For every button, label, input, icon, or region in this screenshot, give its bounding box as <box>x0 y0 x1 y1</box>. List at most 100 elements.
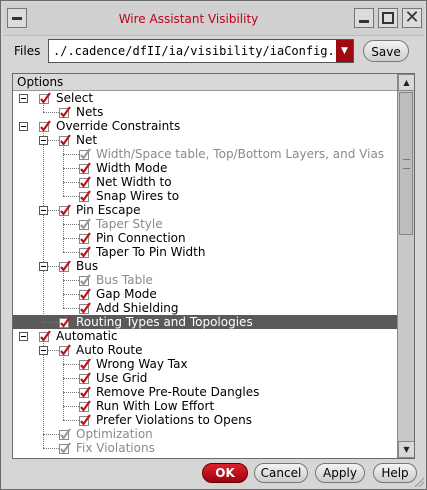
collapse-icon[interactable] <box>19 122 28 131</box>
dialog-window: Wire Assistant Visibility ✕ Files ./.cad… <box>0 0 427 490</box>
checkbox-icon[interactable] <box>59 344 71 356</box>
tree-row[interactable]: Remove Pre-Route Dangles <box>13 385 397 399</box>
tree-row[interactable]: Select <box>13 91 397 105</box>
close-icon[interactable]: ✕ <box>402 8 422 28</box>
files-value[interactable]: ./.cadence/dfII/ia/visibility/iaConfig.i… <box>53 44 333 58</box>
collapse-icon[interactable] <box>39 262 48 271</box>
checkbox-icon[interactable] <box>79 176 91 188</box>
options-header-label: Options <box>17 75 64 89</box>
tree-connector <box>63 378 79 379</box>
scroll-up-icon[interactable]: ▲ <box>398 74 414 91</box>
resize-grip-icon[interactable] <box>414 477 424 487</box>
checkbox-icon[interactable] <box>39 120 51 132</box>
checkbox-icon[interactable] <box>59 134 71 146</box>
ok-button[interactable]: OK <box>202 463 248 483</box>
tree-row[interactable]: Auto Route <box>13 343 397 357</box>
chevron-down-icon[interactable]: ▼ <box>336 40 353 62</box>
collapse-icon[interactable] <box>19 94 28 103</box>
tree-row[interactable]: Bus <box>13 259 397 273</box>
checkbox-icon[interactable] <box>79 288 91 300</box>
checkbox-icon[interactable] <box>59 428 71 440</box>
tree-connector <box>63 252 79 253</box>
tree-row[interactable]: Override Constraints <box>13 119 397 133</box>
tree-row[interactable]: Add Shielding <box>13 301 397 315</box>
tree-row[interactable]: Optimization <box>13 427 397 441</box>
title-bar[interactable]: Wire Assistant Visibility ✕ <box>3 3 424 36</box>
options-header: Options <box>13 74 397 91</box>
checkbox-icon[interactable] <box>79 274 91 286</box>
tree-row[interactable]: Pin Connection <box>13 231 397 245</box>
tree-row-label: Use Grid <box>96 371 148 385</box>
tree-connector <box>43 112 59 113</box>
collapse-icon[interactable] <box>39 206 48 215</box>
tree-row-label: Width/Space table, Top/Bottom Layers, an… <box>96 147 385 161</box>
checkbox-icon[interactable] <box>79 400 91 412</box>
tree-connector <box>63 154 79 155</box>
checkbox-icon[interactable] <box>59 204 71 216</box>
scroll-thumb[interactable] <box>399 92 413 235</box>
collapse-icon[interactable] <box>39 346 48 355</box>
checkbox-icon[interactable] <box>79 302 91 314</box>
minimize-icon[interactable] <box>354 8 374 28</box>
tree-connector <box>43 322 59 323</box>
files-label: Files <box>14 44 41 58</box>
checkbox-icon[interactable] <box>59 106 71 118</box>
checkbox-icon[interactable] <box>79 162 91 174</box>
tree-row[interactable]: Wrong Way Tax <box>13 357 397 371</box>
tree-row[interactable]: Run With Low Effort <box>13 399 397 413</box>
checkbox-icon[interactable] <box>79 358 91 370</box>
tree-connector <box>63 196 79 197</box>
window-title: Wire Assistant Visibility <box>118 12 259 26</box>
checkbox-icon[interactable] <box>59 442 71 454</box>
checkbox-icon[interactable] <box>59 260 71 272</box>
checkbox-icon[interactable] <box>39 330 51 342</box>
tree-row-label: Optimization <box>76 427 153 441</box>
tree-row-label: Bus Table <box>96 273 153 287</box>
collapse-icon[interactable] <box>19 332 28 341</box>
checkbox-icon[interactable] <box>59 316 71 328</box>
tree-row-label: Width Mode <box>96 161 168 175</box>
checkbox-icon[interactable] <box>79 190 91 202</box>
checkbox-icon[interactable] <box>79 218 91 230</box>
tree-row[interactable]: Taper Style <box>13 217 397 231</box>
tree-row-label: Automatic <box>56 329 118 343</box>
tree-row[interactable]: Gap Mode <box>13 287 397 301</box>
tree-row-label: Taper Style <box>96 217 163 231</box>
tree-row[interactable]: Nets <box>13 105 397 119</box>
tree-row[interactable]: Use Grid <box>13 371 397 385</box>
cancel-button[interactable]: Cancel <box>254 463 308 483</box>
tree-row[interactable]: Bus Table <box>13 273 397 287</box>
tree-row[interactable]: Net Width to <box>13 175 397 189</box>
tree-row[interactable]: Net <box>13 133 397 147</box>
checkbox-icon[interactable] <box>79 372 91 384</box>
collapse-icon[interactable] <box>39 136 48 145</box>
checkbox-icon[interactable] <box>79 414 91 426</box>
files-combobox[interactable]: ./.cadence/dfII/ia/visibility/iaConfig.i… <box>48 39 354 63</box>
maximize-icon[interactable] <box>378 8 398 28</box>
tree-connector <box>63 294 79 295</box>
scroll-down-icon[interactable]: ▼ <box>398 441 414 458</box>
tree-row[interactable]: Automatic <box>13 329 397 343</box>
tree-row[interactable]: Width Mode <box>13 161 397 175</box>
help-button[interactable]: Help <box>373 463 417 483</box>
tree-connector <box>63 406 79 407</box>
tree-row-label: Auto Route <box>76 343 143 357</box>
checkbox-icon[interactable] <box>39 92 51 104</box>
tree-row-label: Pin Connection <box>96 231 186 245</box>
checkbox-icon[interactable] <box>79 246 91 258</box>
tree-connector <box>63 420 79 421</box>
checkbox-icon[interactable] <box>79 148 91 160</box>
window-menu-icon[interactable] <box>7 8 27 28</box>
tree-row[interactable]: Prefer Violations to Opens <box>13 413 397 427</box>
tree-row[interactable]: Width/Space table, Top/Bottom Layers, an… <box>13 147 397 161</box>
tree-row[interactable]: Snap Wires to <box>13 189 397 203</box>
tree-row[interactable]: Pin Escape <box>13 203 397 217</box>
checkbox-icon[interactable] <box>79 232 91 244</box>
checkbox-icon[interactable] <box>79 386 91 398</box>
save-button[interactable]: Save <box>363 40 409 62</box>
vertical-scrollbar[interactable]: ▲ ▼ <box>397 74 414 458</box>
tree-row[interactable]: Taper To Pin Width <box>13 245 397 259</box>
tree-row[interactable]: Fix Violations <box>13 441 397 455</box>
apply-button[interactable]: Apply <box>315 463 365 483</box>
tree-row[interactable]: Routing Types and Topologies <box>13 315 397 329</box>
